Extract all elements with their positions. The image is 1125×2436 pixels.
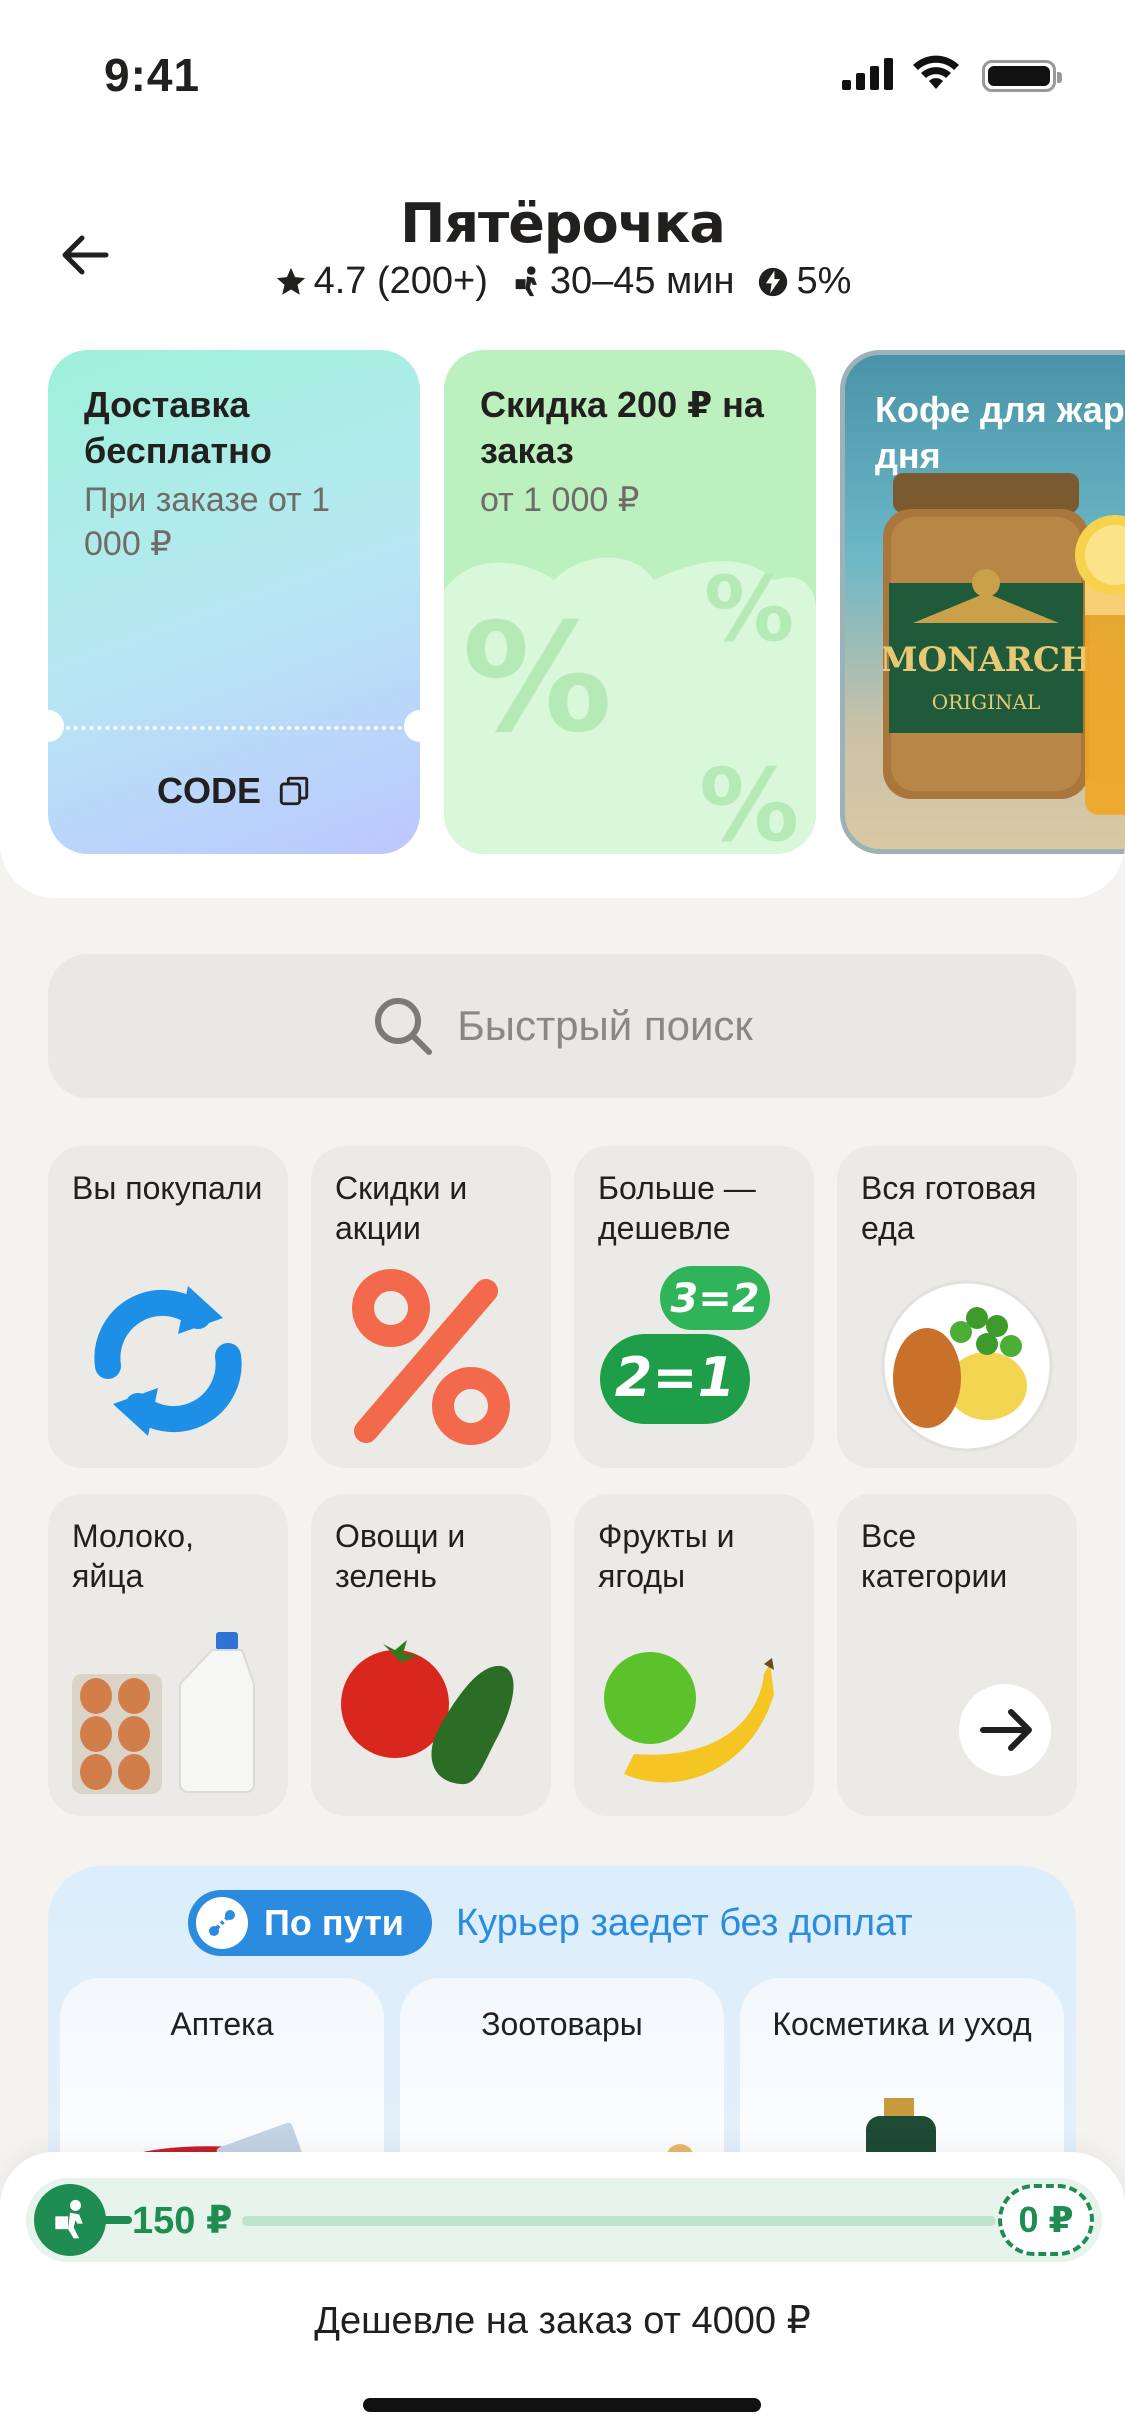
progress-marker-tail [102,2216,132,2224]
bulk-badge: 2=1 [615,1346,735,1409]
cart-bottom-bar: 150 ₽ 0 ₽ Дешевле на заказ от 4000 ₽ [0,2152,1125,2436]
current-delivery-price: 150 ₽ [132,2200,233,2242]
cashback-text: 5% [796,260,852,302]
store-header-section: Пятёрочка 4.7 (200+) 30–45 мин 5% Достав… [0,150,1125,898]
svg-text:%: % [699,747,799,854]
percent-icon [352,1269,510,1445]
store-cashback[interactable]: 5% [756,260,851,303]
on-the-way-badge[interactable]: По пути [188,1890,432,1956]
svg-text:%: % [462,592,612,766]
store-title: Пятёрочка [400,192,726,255]
goal-delivery-price: 0 ₽ [998,2184,1094,2256]
battery-icon [982,60,1062,92]
category-vegetables[interactable]: Овощи и зелень [311,1494,551,1816]
store-delivery-time: 30–45 мин [510,260,735,303]
coffee-jar-image: MONARCH ORIGINAL [883,473,1089,799]
ticket-divider [58,726,410,730]
promo-code-copy[interactable]: CODE [48,770,420,812]
category-label: Скидки и акции [335,1170,468,1246]
category-all[interactable]: Все категории [837,1494,1077,1816]
iced-tea-glass-image [1075,515,1125,815]
category-ready-food[interactable]: Вся готовая еда [837,1146,1077,1468]
wifi-icon [913,55,959,89]
on-the-way-label: По пути [264,1902,404,1943]
category-label: Молоко, яйца [72,1518,194,1594]
cashback-icon [759,267,788,296]
progress-track [242,2216,996,2226]
refresh-icon [94,1286,242,1436]
bulk-badge: 3=2 [670,1276,759,1322]
promo-code: CODE [156,770,261,811]
promo-title: Кофе для жаркого дня [875,389,1125,476]
courier-icon [34,2184,106,2256]
category-label: Фрукты и ягоды [598,1518,735,1594]
store-meta: 4.7 (200+) 30–45 мин 5% [0,260,1125,303]
promo-title: Доставка бесплатно [84,384,272,471]
category-label: Овощи и зелень [335,1518,466,1594]
milk-eggs-icon [72,1632,255,1794]
star-icon [276,267,305,295]
bulk-deal-icon: 3=2 2=1 [600,1266,770,1424]
category-label: Все категории [861,1518,1008,1594]
status-time: 9:41 [104,49,201,101]
store-rating[interactable]: 4.7 (200+) [274,260,488,303]
delivery-time-text: 30–45 мин [549,260,735,302]
search-placeholder: Быстрый поиск [457,1002,753,1049]
jar-brand-sub: ORIGINAL [932,690,1040,714]
promo-free-delivery[interactable]: Доставка бесплатно При заказе от 1 000 ₽… [48,350,420,854]
category-discounts[interactable]: Скидки и акции [311,1146,551,1468]
route-icon [196,1897,248,1949]
search-input[interactable]: Быстрый поиск [48,954,1076,1098]
category-you-bought[interactable]: Вы покупали [48,1146,288,1468]
promo-subtitle: от 1 000 ₽ [480,481,640,519]
vegetables-icon [341,1640,514,1785]
category-milk-eggs[interactable]: Молоко, яйца [48,1494,288,1816]
store-card-title: Косметика и уход [772,2006,1032,2042]
fruits-icon [604,1652,774,1783]
copy-icon [279,776,309,806]
category-label: Вы покупали [72,1170,263,1206]
percent-decoration-icon: % % % [444,557,816,854]
category-fruits[interactable]: Фрукты и ягоды [574,1494,814,1816]
delivery-message: Дешевле на заказ от 4000 ₽ [314,2300,811,2342]
category-label: Больше — дешевле [598,1170,756,1246]
status-bar: 9:41 [0,0,1125,150]
rating-text: 4.7 (200+) [313,260,488,302]
cellular-signal-icon [842,58,893,90]
arrow-right-icon [959,1684,1051,1776]
category-bulk-deals[interactable]: Больше — дешевле 3=2 2=1 [574,1146,814,1468]
on-the-way-note: Курьер заедет без доплат [456,1902,913,1944]
jar-brand: MONARCH [883,640,1089,680]
store-card-title: Зоотовары [481,2006,643,2042]
promo-subtitle: При заказе от 1 000 ₽ [84,481,331,563]
home-indicator[interactable] [363,2398,761,2412]
store-card-title: Аптека [170,2006,274,2042]
promo-coffee[interactable]: Кофе для жаркого дня MONARCH ORIGINAL [840,350,1125,854]
category-label: Вся готовая еда [861,1170,1037,1246]
search-icon [375,998,433,1055]
promo-discount[interactable]: Скидка 200 ₽ на заказ от 1 000 ₽ % % % [444,350,816,854]
svg-text:%: % [704,557,794,662]
courier-icon [515,265,537,296]
promo-title: Скидка 200 ₽ на заказ [480,384,764,471]
delivery-progress[interactable]: 150 ₽ 0 ₽ [26,2178,1102,2262]
ready-meal-icon [881,1280,1053,1452]
promo-carousel[interactable]: Доставка бесплатно При заказе от 1 000 ₽… [48,350,1125,854]
